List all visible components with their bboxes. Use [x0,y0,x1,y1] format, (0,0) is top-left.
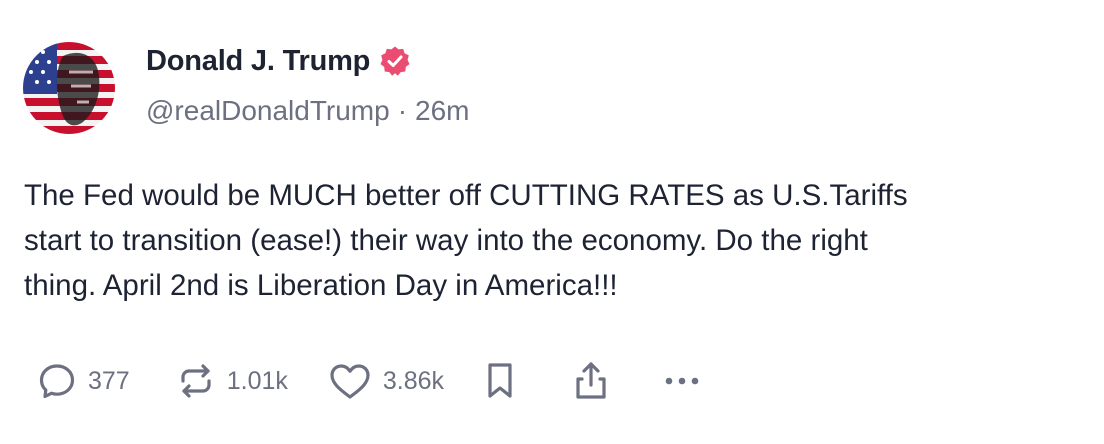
like-button[interactable]: 3.86k [327,360,444,402]
reply-button[interactable]: 377 [36,360,130,402]
more-icon [662,360,702,402]
bookmark-icon [484,360,516,402]
timestamp[interactable]: 26m [415,95,469,127]
more-options-button[interactable] [662,360,702,402]
separator: · [397,95,408,126]
post-line: start to transition (ease!) their way in… [24,224,868,257]
post-line: The Fed would be MUCH better off CUTTING… [24,179,908,212]
author-name-row: Donald J. Trump [146,43,411,79]
share-icon [573,360,609,402]
repost-icon [175,360,217,402]
handle[interactable]: @realDonaldTrump [146,95,390,127]
action-bar: 377 1.01k 3.86k [36,356,702,406]
avatar-image [23,42,115,134]
post-card: Donald J. Trump @realDonaldTrump · 26m T… [0,0,1104,444]
heart-icon [327,360,373,402]
display-name[interactable]: Donald J. Trump [146,45,370,78]
bookmark-button[interactable] [484,360,516,402]
post-line: thing. April 2nd is Liberation Day in Am… [24,269,618,302]
handle-row: @realDonaldTrump · 26m [146,95,470,127]
post-body: The Fed would be MUCH better off CUTTING… [24,173,1084,308]
verified-badge-icon [379,45,411,77]
avatar[interactable] [23,42,115,134]
share-button[interactable] [573,360,609,402]
repost-count: 1.01k [226,366,288,395]
reply-count: 377 [88,366,130,395]
reply-icon [36,360,78,402]
repost-button[interactable]: 1.01k [175,360,288,402]
like-count: 3.86k [382,366,445,395]
